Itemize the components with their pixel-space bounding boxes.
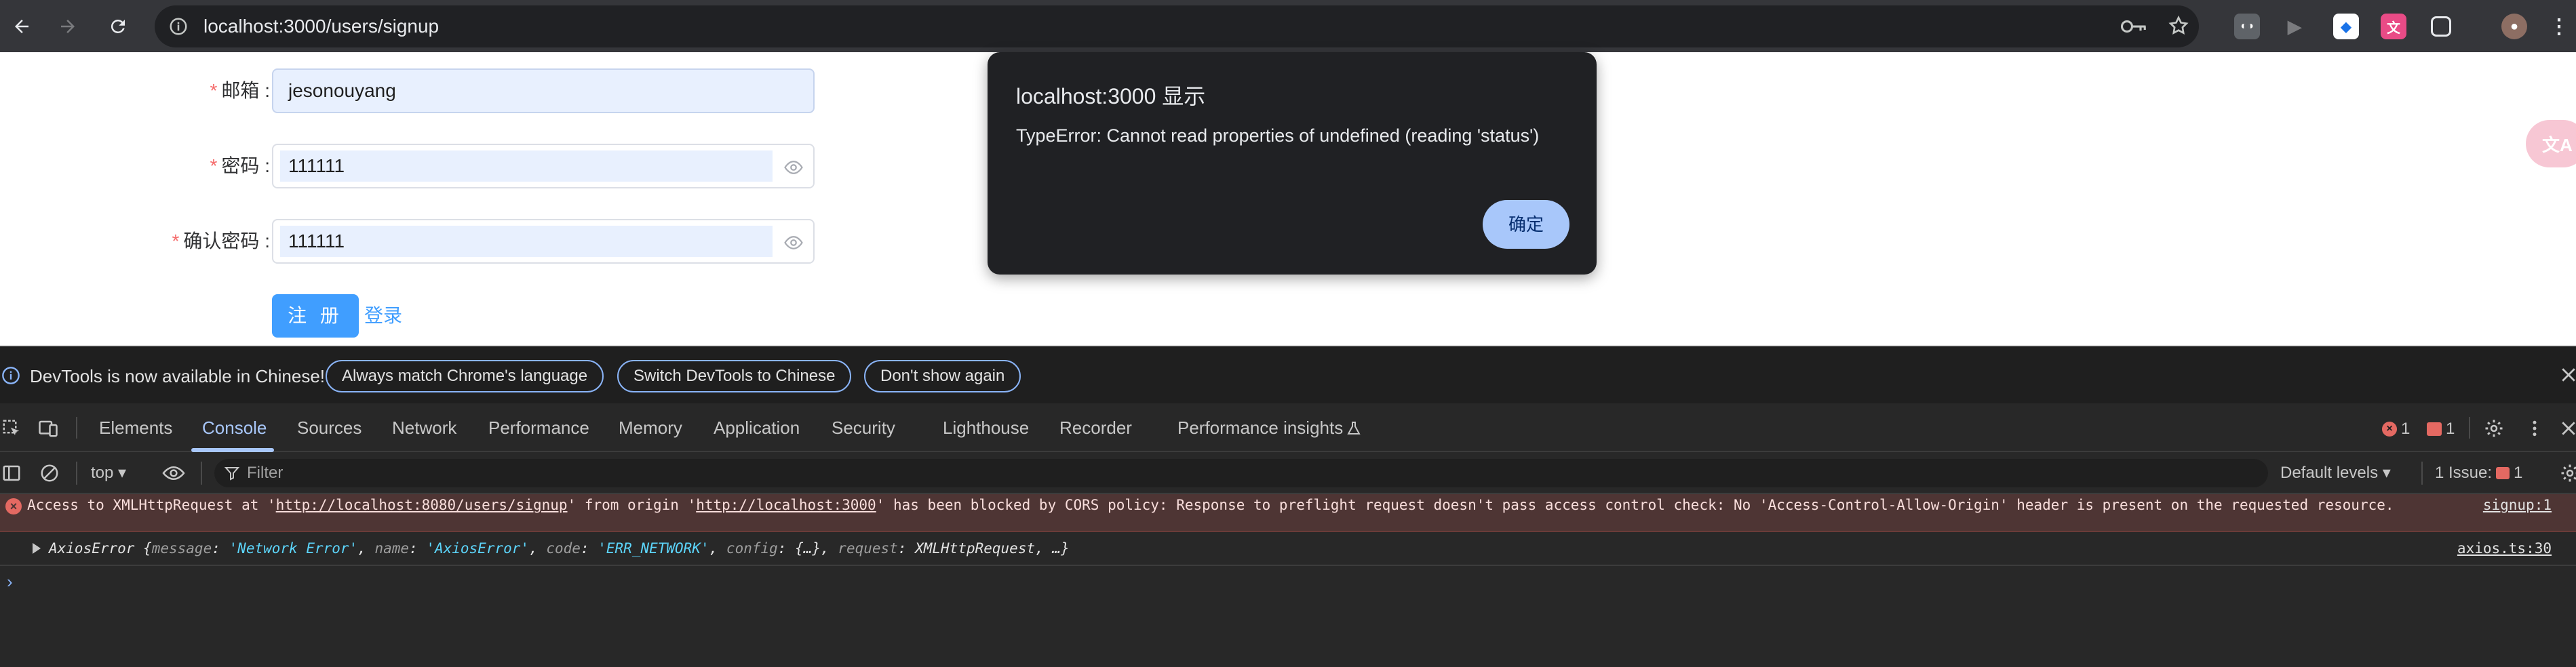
key-icon[interactable] <box>2120 16 2147 37</box>
device-toolbar-icon[interactable] <box>38 418 58 439</box>
alert-message: TypeError: Cannot read properties of und… <box>1016 125 1540 146</box>
divider <box>2421 462 2423 485</box>
tab-security[interactable]: Security <box>832 403 895 452</box>
url-text[interactable]: localhost:3000/users/signup <box>203 16 439 37</box>
experiment-flask-icon <box>1347 422 1361 434</box>
extensions-puzzle-icon[interactable] <box>2431 16 2451 37</box>
inspect-element-icon[interactable] <box>1 418 22 439</box>
confirm-password-field[interactable]: 111111 <box>272 219 815 264</box>
language-notice-bar: DevTools is now available in Chinese! Al… <box>0 346 2576 403</box>
log-levels-dropdown[interactable]: Default levels ▾ <box>2280 452 2391 494</box>
divider <box>76 462 77 485</box>
tab-recorder[interactable]: Recorder <box>1059 403 1132 452</box>
back-button[interactable] <box>1 0 42 52</box>
tab-elements[interactable]: Elements <box>99 403 172 452</box>
confirm-password-value[interactable]: 111111 <box>280 226 773 257</box>
console-prompt[interactable]: › <box>7 571 13 592</box>
site-info-icon[interactable] <box>168 16 189 37</box>
console-error-message[interactable]: × Access to XMLHttpRequest at 'http://lo… <box>0 494 2576 532</box>
tab-application[interactable]: Application <box>714 403 800 452</box>
confirm-password-label: * 确认密码 : <box>172 230 270 251</box>
filter-icon <box>224 467 240 481</box>
devtools-tabbar: Elements Console Sources Network Perform… <box>0 403 2576 452</box>
arrow-left-icon <box>15 19 28 33</box>
error-icon: × <box>2382 422 2397 437</box>
alert-dialog: localhost:3000 显示 TypeError: Cannot read… <box>988 52 1597 275</box>
tab-network[interactable]: Network <box>392 403 456 452</box>
eye-icon[interactable] <box>783 233 804 253</box>
arrow-right-icon <box>61 19 75 33</box>
password-row: * 密码 : 111111 <box>0 144 827 188</box>
confirm-password-row: * 确认密码 : 111111 <box>0 219 827 264</box>
extension-translate-icon[interactable]: 文 <box>2381 14 2406 39</box>
tab-performance[interactable]: Performance <box>488 403 589 452</box>
address-bar[interactable]: localhost:3000/users/signup <box>155 5 2199 47</box>
extension-play-icon[interactable]: ▶ <box>2282 14 2307 39</box>
switch-language-button[interactable]: Switch DevTools to Chinese <box>617 360 852 392</box>
alert-title: localhost:3000 显示 <box>1016 84 1206 108</box>
error-icon: × <box>5 498 22 514</box>
axios-error-object[interactable]: AxiosError {message: 'Network Error', na… <box>49 540 1070 557</box>
tab-sources[interactable]: Sources <box>297 403 362 452</box>
extension-diamond-icon[interactable]: ◆ <box>2333 14 2359 39</box>
divider <box>201 462 202 485</box>
console-log-message[interactable]: AxiosError {message: 'Network Error', na… <box>0 532 2576 566</box>
avatar[interactable]: ● <box>2501 14 2527 39</box>
dont-show-again-button[interactable]: Don't show again <box>864 360 1021 392</box>
devtools-panel: DevTools is now available in Chinese! Al… <box>0 346 2576 667</box>
warning-count-badge[interactable]: 1 <box>2427 420 2455 439</box>
extension-glasses-icon[interactable]: ◐◑ <box>2234 14 2260 39</box>
close-devtools-icon[interactable] <box>2558 418 2576 439</box>
eye-icon[interactable] <box>783 157 804 178</box>
match-language-button[interactable]: Always match Chrome's language <box>326 360 604 392</box>
password-label: * 密码 : <box>210 155 270 176</box>
issue-flag-icon <box>2427 422 2442 436</box>
tab-console[interactable]: Console <box>202 403 267 452</box>
reload-icon <box>111 19 125 33</box>
password-value[interactable]: 111111 <box>280 150 773 182</box>
log-source-link[interactable]: axios.ts:30 <box>2457 540 2552 557</box>
console-filter-bar: top ▾ Filter Default levels ▾ 1 Issue: 1 <box>0 452 2576 494</box>
tab-performance-insights[interactable]: Performance insights <box>1177 403 1343 452</box>
divider <box>76 417 77 439</box>
email-label: * 邮箱 : <box>210 80 270 101</box>
browser-toolbar: localhost:3000/users/signup ◐◑ ▶ ◆ 文 ● ⋮ <box>0 0 2576 52</box>
filter-placeholder[interactable]: Filter <box>247 459 283 487</box>
tab-memory[interactable]: Memory <box>619 403 682 452</box>
translate-float-icon[interactable]: 文A <box>2526 120 2576 167</box>
error-source-link[interactable]: signup:1 <box>2483 497 2552 513</box>
notice-text: DevTools is now available in Chinese! <box>30 366 326 386</box>
tab-lighthouse[interactable]: Lighthouse <box>943 403 1029 452</box>
divider <box>2469 417 2470 439</box>
email-value[interactable]: jesonouyang <box>280 75 806 106</box>
error-count-badge[interactable]: × 1 <box>2382 420 2410 439</box>
error-text: Access to XMLHttpRequest at 'http://loca… <box>27 497 2394 513</box>
login-link[interactable]: 登录 <box>364 294 402 338</box>
alert-ok-button[interactable]: 确定 <box>1483 200 1569 249</box>
error-url-link[interactable]: http://localhost:8080/users/signup <box>276 497 568 513</box>
browser-menu-icon[interactable]: ⋮ <box>2546 14 2572 39</box>
gear-icon[interactable] <box>2484 418 2504 439</box>
forward-button[interactable] <box>47 0 88 52</box>
issues-counter[interactable]: 1 Issue: 1 <box>2435 452 2522 494</box>
clear-console-icon[interactable] <box>39 463 60 483</box>
context-selector[interactable]: top ▾ <box>91 452 126 494</box>
live-expression-eye-icon[interactable] <box>161 463 186 483</box>
email-field[interactable]: jesonouyang <box>272 68 815 113</box>
sidebar-toggle-icon[interactable] <box>1 463 22 483</box>
more-options-icon[interactable] <box>2524 418 2545 439</box>
email-row: * 邮箱 : jesonouyang <box>0 68 827 113</box>
password-field[interactable]: 111111 <box>272 144 815 188</box>
console-settings-gear-icon[interactable] <box>2560 463 2576 483</box>
reload-button[interactable] <box>98 0 138 52</box>
origin-url-link[interactable]: http://localhost:3000 <box>696 497 876 513</box>
issue-flag-icon <box>2496 467 2510 479</box>
filter-input[interactable]: Filter <box>214 459 2268 487</box>
info-icon <box>2 367 20 384</box>
bookmark-star-icon[interactable] <box>2168 15 2189 37</box>
expand-arrow-icon[interactable] <box>33 543 41 554</box>
close-icon[interactable] <box>2558 365 2576 385</box>
signup-button[interactable]: 注 册 <box>272 294 359 338</box>
